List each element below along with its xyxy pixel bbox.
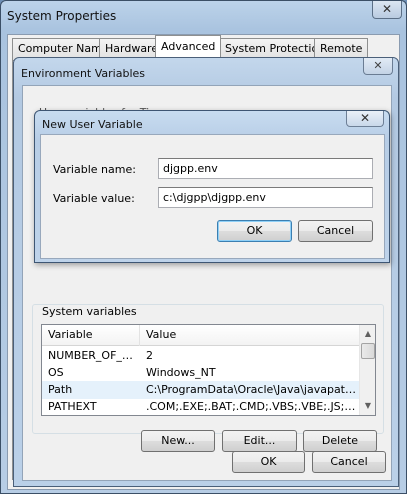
scroll-up-arrow-icon[interactable]: ▲ (360, 326, 375, 342)
variable-value-input[interactable]: c:\djgpp\djgpp.env (158, 187, 373, 208)
table-row[interactable]: PATHEXT .COM;.EXE;.BAT;.CMD;.VBS;.VBE;.J… (42, 398, 359, 415)
value-cell: Windows_NT (146, 366, 216, 379)
new-user-variable-dialog: New User Variable ✕ Variable name: djgpp… (34, 110, 390, 263)
delete-button[interactable]: Delete (303, 430, 377, 452)
vertical-scrollbar[interactable]: ▲ ▼ (359, 325, 375, 415)
edit-button[interactable]: Edit... (222, 430, 297, 452)
value-cell: .COM;.EXE;.BAT;.CMD;.VBS;.VBE;.JS;.... (146, 400, 356, 413)
close-icon[interactable]: ✕ (346, 111, 384, 127)
background-ghost-text (101, 11, 401, 25)
ok-button[interactable]: OK (217, 220, 292, 242)
variable-value-label: Variable value: (53, 192, 135, 205)
cancel-button[interactable]: Cancel (312, 451, 386, 473)
column-header-value[interactable]: Value (140, 325, 359, 346)
table-row[interactable]: NUMBER_OF_P... 2 (42, 347, 359, 365)
variable-name-input[interactable]: djgpp.env (158, 158, 373, 179)
variable-name-label: Variable name: (53, 163, 136, 176)
window-title: System Properties (7, 9, 117, 23)
value-cell: 2 (146, 349, 153, 362)
dialog-title: New User Variable (42, 118, 143, 131)
scroll-down-arrow-icon[interactable]: ▼ (360, 398, 375, 414)
new-user-variable-client: Variable name: djgpp.env Variable value:… (40, 134, 385, 259)
list-header: Variable Value (42, 325, 359, 346)
variable-cell: Path (48, 383, 73, 396)
cancel-button[interactable]: Cancel (298, 220, 373, 242)
close-icon[interactable]: ✕ (372, 1, 402, 19)
system-variables-label: System variables (40, 305, 139, 318)
scrollbar-thumb[interactable] (361, 343, 375, 359)
variable-cell: NUMBER_OF_P... (48, 349, 136, 362)
variable-cell: PATHEXT (48, 400, 97, 413)
value-cell: C:\ProgramData\Oracle\Java\javapath;... (146, 383, 356, 396)
table-row[interactable]: OS Windows_NT (42, 364, 359, 382)
column-header-variable[interactable]: Variable (42, 325, 140, 346)
window-title: Environment Variables (21, 67, 146, 80)
close-icon[interactable]: ✕ (363, 58, 393, 75)
new-button[interactable]: New... (141, 430, 215, 452)
system-variables-list[interactable]: Variable Value NUMBER_OF_P... 2 OS Windo… (41, 324, 376, 416)
variable-cell: OS (48, 366, 64, 379)
ok-button[interactable]: OK (232, 451, 305, 473)
table-row[interactable]: Path C:\ProgramData\Oracle\Java\javapath… (42, 381, 359, 399)
